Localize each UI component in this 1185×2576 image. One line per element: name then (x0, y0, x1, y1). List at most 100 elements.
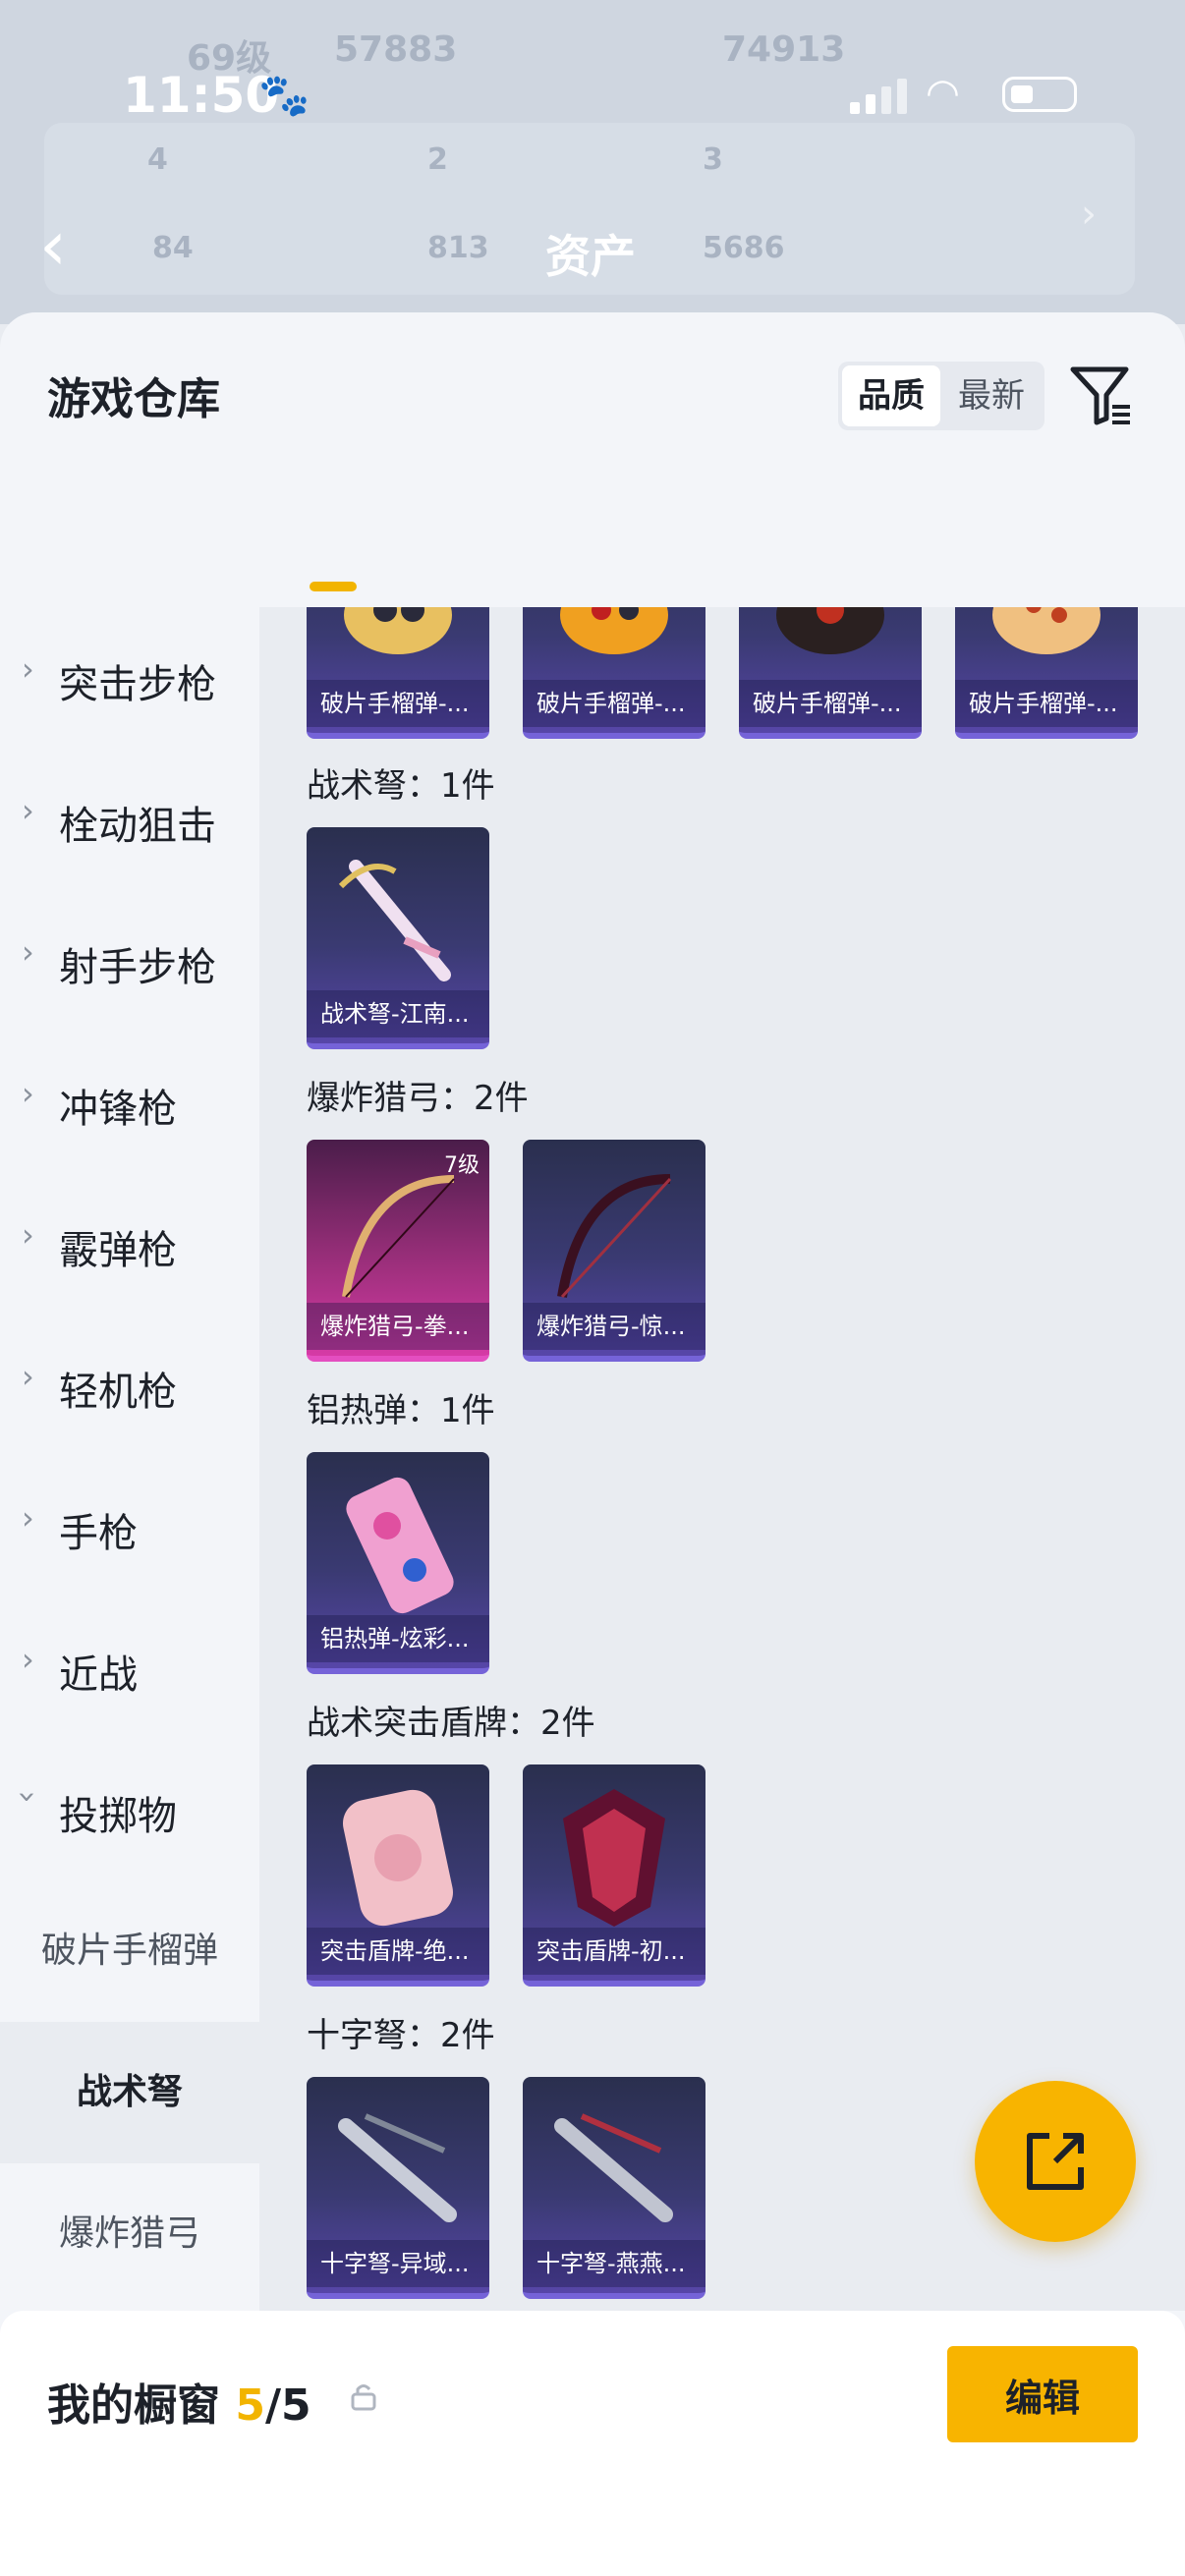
sidebar-item-melee[interactable]: › 近战 (0, 1597, 259, 1739)
section-title: 铝热弹：1件 (307, 1391, 495, 1430)
bg-stat: 3 (703, 142, 723, 177)
showcase-bar: 我的橱窗 5/5 编辑 (0, 2311, 1185, 2576)
item-card[interactable]: 破片手榴弹-... (307, 607, 489, 739)
sidebar-item-marksman[interactable]: › 射手步枪 (0, 890, 259, 1032)
bg-stat: 84 (152, 231, 194, 265)
chevron-right-icon: › (22, 792, 34, 829)
item-card-label: 破片手榴弹-... (739, 680, 922, 727)
crossbow-icon (554, 2113, 673, 2222)
item-grid: 破片手榴弹-... 破片手榴弹-... 破片手榴弹-... 破片手榴弹-... … (259, 607, 1185, 2311)
sidebar-item-pistol[interactable]: › 手枪 (0, 1456, 259, 1597)
header-title: 资产 (545, 230, 636, 283)
shield-icon (343, 1789, 453, 1927)
category-sidebar-lower: › 近战 › 投掷物 破片手榴弹 战术弩 爆炸猎弓 (0, 1597, 259, 2311)
chevron-right-icon: › (22, 1075, 34, 1112)
chevron-right-icon: › (1081, 192, 1097, 237)
sidebar-item-assault-rifle[interactable]: › 突击步枪 (0, 607, 259, 749)
item-card-label: 爆炸猎弓-惊... (523, 1303, 705, 1350)
chevron-right-icon: › (22, 1499, 34, 1537)
item-card-label: 铝热弹-炫彩... (307, 1615, 489, 1662)
bow-icon (342, 1175, 455, 1298)
sidebar-item-label: 冲锋枪 (59, 1087, 177, 1132)
showcase-label: 我的橱窗 5/5 (47, 2370, 311, 2433)
filter-icon[interactable] (1069, 364, 1134, 428)
sidebar-item-label: 手枪 (59, 1511, 138, 1556)
item-card[interactable]: 战术弩-江南... (307, 827, 489, 1049)
bg-stat: 4 (147, 142, 168, 177)
item-card-label: 十字弩-燕燕... (523, 2240, 705, 2287)
sidebar-item-label: 霰弹枪 (59, 1228, 177, 1273)
bg-stat: 74913 (722, 29, 846, 70)
sort-toggle: 品质 最新 (838, 362, 1044, 430)
sort-newest-button[interactable]: 最新 (942, 365, 1041, 426)
showcase-count-current: 5 (235, 2380, 265, 2431)
category-sidebar: › 突击步枪 › 栓动狙击 › 射手步枪 › 冲锋枪 › 霰弹枪 › 轻机枪 › 手枪 (0, 607, 259, 1641)
section-title: 战术突击盾牌：2件 (307, 1704, 595, 1743)
sort-quality-button[interactable]: 品质 (842, 365, 940, 426)
item-card[interactable]: 铝热弹-炫彩... (307, 1452, 489, 1674)
paw-icon: 🐾 (258, 71, 310, 119)
item-card[interactable]: 突击盾牌-绝... (307, 1764, 489, 1987)
sidebar-sub-explosive-bow[interactable]: 爆炸猎弓 (0, 2163, 259, 2311)
sidebar-item-label: 近战 (59, 1652, 138, 1698)
showcase-count-total: 5 (281, 2380, 311, 2431)
item-card-label: 战术弩-江南... (307, 990, 489, 1037)
bg-stat: 2 (427, 142, 448, 177)
chevron-right-icon: › (22, 650, 34, 688)
sidebar-item-label: 突击步枪 (59, 662, 216, 707)
blurred-header: 69级 57883 74913 4 2 3 84 813 5686 11:50 … (0, 0, 1185, 324)
item-card-label: 破片手榴弹-... (955, 680, 1138, 727)
sidebar-sub-frag-grenade[interactable]: 破片手榴弹 (0, 1880, 259, 2022)
battery-icon (1002, 77, 1077, 112)
shield-icon (563, 1789, 665, 1927)
panel-title: 游戏仓库 (47, 374, 220, 424)
item-card[interactable]: 爆炸猎弓-惊... (523, 1140, 705, 1362)
item-card[interactable]: 破片手榴弹-... (739, 607, 922, 739)
share-button[interactable] (975, 2081, 1136, 2242)
chevron-right-icon: › (22, 1641, 34, 1678)
sidebar-item-label: 射手步枪 (59, 945, 216, 990)
bow-icon (557, 1174, 672, 1299)
edit-button[interactable]: 编辑 (947, 2346, 1138, 2442)
thermite-icon (346, 1477, 454, 1614)
bg-stat: 57883 (334, 29, 458, 70)
item-card-label: 破片手榴弹-... (523, 680, 705, 727)
sidebar-item-shotgun[interactable]: › 霰弹枪 (0, 1173, 259, 1315)
back-icon[interactable]: ‹ (39, 211, 67, 280)
item-card[interactable]: 十字弩-燕燕... (523, 2077, 705, 2299)
bg-stat: 813 (427, 231, 489, 265)
chevron-right-icon: › (22, 933, 34, 971)
sidebar-item-bolt-sniper[interactable]: › 栓动狙击 (0, 749, 259, 890)
section-title: 战术弩：1件 (307, 766, 495, 806)
sidebar-item-label: 投掷物 (59, 1794, 177, 1839)
crossbow-icon (338, 860, 451, 981)
item-card[interactable]: 破片手榴弹-... (523, 607, 705, 739)
crossbow-icon (338, 2113, 457, 2222)
sidebar-item-smg[interactable]: › 冲锋枪 (0, 1032, 259, 1173)
sidebar-item-throwables[interactable]: › 投掷物 (0, 1739, 259, 1880)
section-title: 十字弩：2件 (307, 2016, 495, 2055)
status-time: 11:50 (123, 67, 280, 124)
sidebar-item-label: 栓动狙击 (59, 804, 216, 849)
showcase-count-sep: / (264, 2380, 282, 2431)
category-tabs: 时装653 枪械243 装备300 载具0 战备156 (0, 509, 1185, 766)
lock-icon (351, 2384, 376, 2411)
signal-icon (850, 79, 907, 114)
item-card-label: 突击盾牌-初... (523, 1928, 705, 1975)
item-card-label: 突击盾牌-绝... (307, 1928, 489, 1975)
sidebar-item-label: 轻机枪 (59, 1370, 177, 1415)
chevron-right-icon: › (22, 1216, 34, 1254)
sidebar-item-lmg[interactable]: › 轻机枪 (0, 1315, 259, 1456)
item-card-label: 爆炸猎弓-拳... (307, 1303, 489, 1350)
share-icon (1027, 2133, 1084, 2190)
chevron-down-icon: › (9, 1790, 47, 1804)
item-card-label: 十字弩-异域... (307, 2240, 489, 2287)
sidebar-sub-tactical-crossbow[interactable]: 战术弩 (0, 2022, 259, 2163)
item-card[interactable]: 十字弩-异域... (307, 2077, 489, 2299)
item-card[interactable]: 7级 爆炸猎弓-拳... (307, 1140, 489, 1362)
item-card[interactable]: 突击盾牌-初... (523, 1764, 705, 1987)
showcase-title: 我的橱窗 (47, 2380, 220, 2431)
item-card[interactable]: 破片手榴弹-... (955, 607, 1138, 739)
chevron-right-icon: › (22, 1358, 34, 1395)
section-title: 爆炸猎弓：2件 (307, 1079, 529, 1118)
